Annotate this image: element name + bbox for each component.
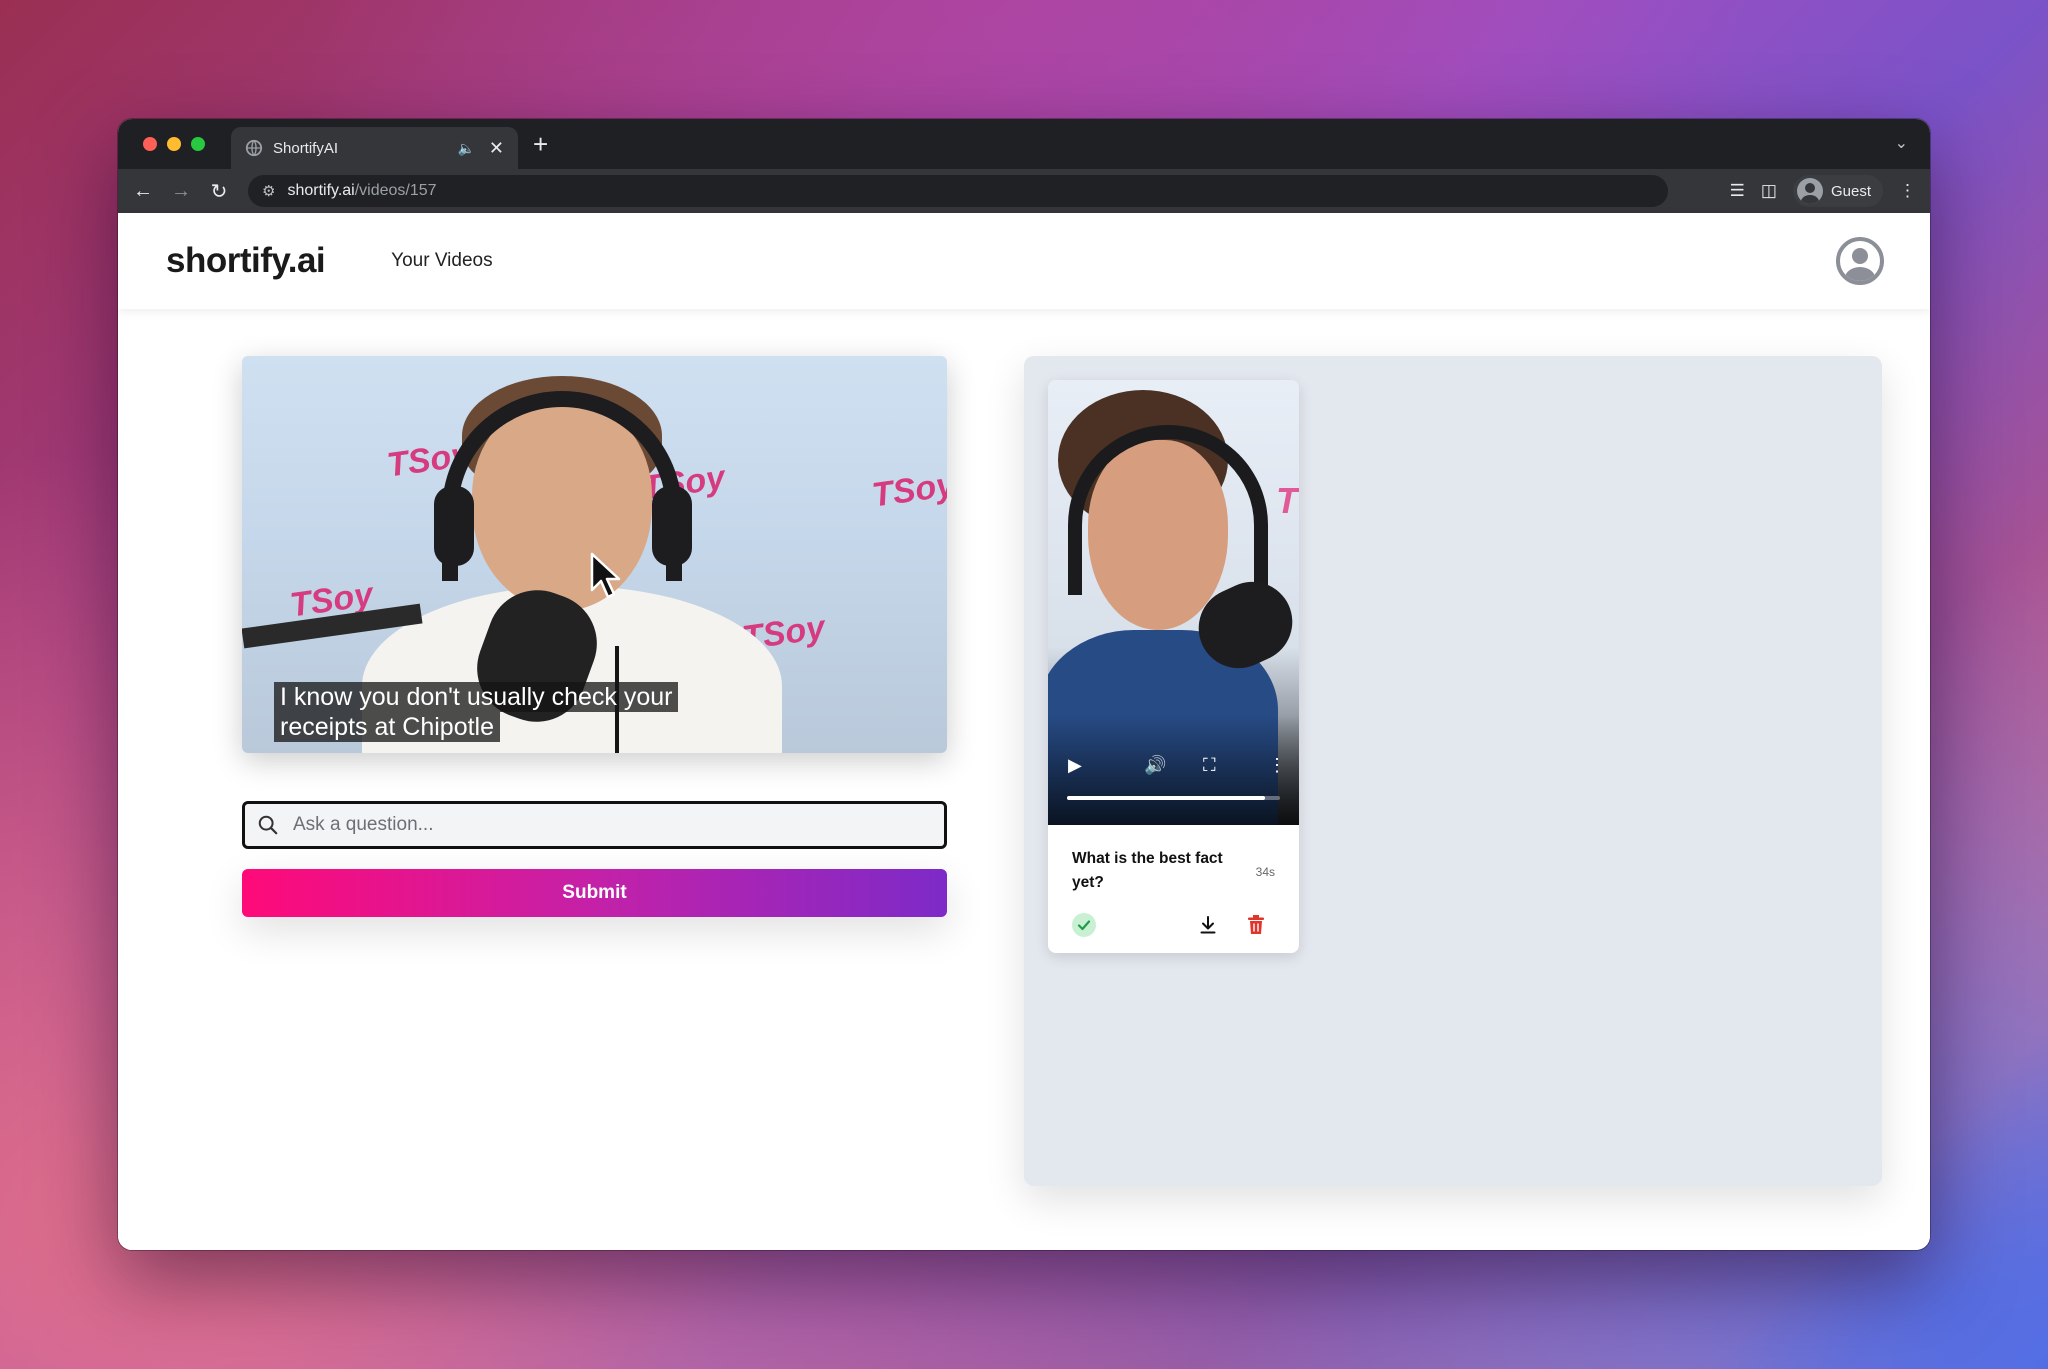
new-tab-button[interactable]: + bbox=[533, 129, 548, 160]
media-control-icon[interactable]: ☰ bbox=[1730, 181, 1745, 201]
site-logo[interactable]: shortify.ai bbox=[166, 241, 326, 281]
main-video-player[interactable]: TSoy TSoy TSoy TSoy TSoy I know you don'… bbox=[242, 356, 947, 753]
tab-close-icon[interactable]: ✕ bbox=[489, 138, 504, 159]
reload-icon[interactable]: ↻ bbox=[200, 179, 238, 204]
play-icon[interactable]: ▶ bbox=[1068, 755, 1082, 776]
trash-icon[interactable] bbox=[1246, 914, 1266, 936]
browser-menu-icon[interactable]: ⋮ bbox=[1899, 181, 1916, 201]
headphone-left bbox=[434, 486, 474, 566]
site-header: shortify.ai Your Videos bbox=[118, 213, 1930, 309]
address-bar[interactable]: ⚙ shortify.ai/videos/157 bbox=[248, 175, 1668, 207]
nav-your-videos[interactable]: Your Videos bbox=[391, 250, 492, 272]
url-host: shortify.ai bbox=[287, 182, 355, 199]
clip-watermark: T bbox=[1276, 480, 1298, 521]
submit-button[interactable]: Submit bbox=[242, 869, 947, 917]
tab-audio-icon[interactable]: 🔈 bbox=[457, 140, 474, 157]
site-info-icon[interactable]: ⚙ bbox=[262, 182, 275, 200]
clips-panel: T ▶ 🔊 ⛶ ⋮ What is the best fact yet? 34s bbox=[1024, 356, 1882, 1186]
browser-window: ShortifyAI 🔈 ✕ + ⌄ ← → ↻ ⚙ shortify.ai/v… bbox=[118, 119, 1930, 1250]
tab-shortifyai[interactable]: ShortifyAI 🔈 ✕ bbox=[231, 127, 518, 169]
question-input[interactable] bbox=[293, 814, 944, 836]
guest-avatar-icon bbox=[1796, 178, 1823, 204]
page-content: shortify.ai Your Videos TSoy TSoy TSoy T… bbox=[118, 213, 1930, 1250]
caption-line-1: I know you don't usually check your bbox=[274, 682, 679, 712]
fullscreen-icon[interactable]: ⛶ bbox=[1203, 755, 1216, 776]
download-icon[interactable] bbox=[1198, 915, 1218, 935]
clip-card[interactable]: T ▶ 🔊 ⛶ ⋮ What is the best fact yet? 34s bbox=[1048, 380, 1299, 953]
check-icon bbox=[1072, 913, 1096, 937]
video-caption: I know you don't usually check your rece… bbox=[274, 682, 679, 742]
clip-duration: 34s bbox=[1255, 865, 1275, 879]
clip-video-player[interactable]: T ▶ 🔊 ⛶ ⋮ bbox=[1048, 380, 1299, 825]
clip-progress-fill bbox=[1067, 796, 1266, 800]
window-controls bbox=[143, 137, 205, 151]
user-avatar-icon[interactable] bbox=[1836, 237, 1884, 285]
clip-progress-bar[interactable] bbox=[1067, 796, 1280, 800]
forward-icon[interactable]: → bbox=[162, 180, 200, 203]
side-panel-icon[interactable]: ◫ bbox=[1761, 181, 1777, 201]
browser-toolbar: ← → ↻ ⚙ shortify.ai/videos/157 ☰ ◫ Guest… bbox=[118, 169, 1930, 213]
search-icon bbox=[258, 815, 278, 835]
caption-line-2: receipts at Chipotle bbox=[274, 712, 501, 742]
profile-button[interactable]: Guest bbox=[1792, 175, 1883, 207]
toolbar-right: ☰ ◫ Guest ⋮ bbox=[1730, 175, 1916, 207]
volume-icon[interactable]: 🔊 bbox=[1144, 755, 1166, 776]
question-search-box[interactable] bbox=[242, 801, 947, 849]
mouse-cursor-icon bbox=[590, 552, 621, 599]
tab-bar: ShortifyAI 🔈 ✕ + ⌄ bbox=[118, 119, 1930, 169]
tab-search-icon[interactable]: ⌄ bbox=[1895, 133, 1908, 153]
tab-title: ShortifyAI bbox=[273, 139, 339, 157]
profile-label: Guest bbox=[1830, 182, 1871, 200]
url-path: /videos/157 bbox=[354, 182, 437, 199]
headphone-right bbox=[652, 486, 692, 566]
globe-icon bbox=[245, 139, 263, 157]
clip-title: What is the best fact yet? bbox=[1072, 850, 1223, 891]
watermark: TSoy bbox=[869, 465, 947, 515]
more-options-icon[interactable]: ⋮ bbox=[1268, 755, 1286, 776]
close-window-button[interactable] bbox=[143, 137, 157, 151]
minimize-window-button[interactable] bbox=[167, 137, 181, 151]
maximize-window-button[interactable] bbox=[191, 137, 205, 151]
back-icon[interactable]: ← bbox=[124, 180, 162, 203]
